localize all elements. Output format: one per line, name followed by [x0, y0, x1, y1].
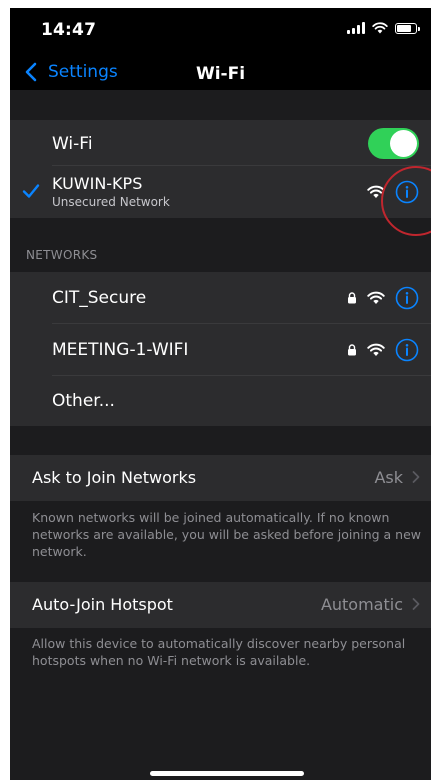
phone-screen: 14:47 Settings Wi-Fi Wi-Fi KUWIN-KPS Uns…	[10, 8, 431, 780]
other-network-label: Other...	[52, 391, 115, 411]
network-row[interactable]: MEETING-1-WIFI	[10, 324, 431, 376]
networks-group: CIT_Secure MEETING-1-WIFI Other...	[10, 272, 431, 426]
wifi-toggle-row: Wi-Fi	[10, 120, 431, 166]
info-icon[interactable]	[395, 180, 419, 204]
wifi-icon	[367, 291, 385, 304]
networks-section-header: NETWORKS	[26, 248, 98, 262]
wifi-toggle-switch[interactable]	[368, 128, 419, 159]
network-icons	[347, 338, 419, 362]
battery-icon	[395, 22, 420, 34]
chevron-right-icon	[412, 471, 420, 483]
chevron-right-icon	[412, 598, 420, 610]
auto-join-hotspot-value: Automatic	[320, 595, 403, 614]
toggle-knob	[390, 130, 417, 157]
wifi-icon	[367, 185, 385, 198]
lock-icon	[348, 344, 356, 356]
info-icon[interactable]	[395, 286, 419, 310]
ask-to-join-row[interactable]: Ask to Join Networks Ask	[10, 455, 431, 501]
connected-network-row[interactable]: KUWIN-KPS Unsecured Network	[10, 166, 431, 218]
info-icon[interactable]	[395, 338, 419, 362]
ask-to-join-value: Ask	[374, 468, 403, 487]
status-icons	[347, 22, 420, 34]
lock-icon	[348, 292, 356, 304]
wifi-group: Wi-Fi KUWIN-KPS Unsecured Network	[10, 120, 431, 218]
wifi-icon	[367, 343, 385, 356]
auto-join-hotspot-label: Auto-Join Hotspot	[32, 595, 173, 614]
connected-network-name: KUWIN-KPS	[52, 174, 143, 193]
cellular-signal-icon	[347, 22, 365, 34]
home-indicator	[150, 771, 304, 776]
auto-join-hotspot-footer: Allow this device to automatically disco…	[32, 636, 406, 668]
ask-to-join-label: Ask to Join Networks	[32, 468, 197, 487]
network-name: MEETING-1-WIFI	[52, 340, 189, 360]
connected-network-icons	[367, 180, 419, 204]
status-bar: 14:47	[10, 8, 431, 54]
other-network-row[interactable]: Other...	[10, 376, 431, 426]
page-title: Wi-Fi	[195, 64, 246, 84]
auto-join-hotspot-row[interactable]: Auto-Join Hotspot Automatic	[10, 582, 431, 628]
wifi-icon	[372, 22, 388, 34]
connected-network-subtitle: Unsecured Network	[52, 195, 170, 209]
network-row[interactable]: CIT_Secure	[10, 272, 431, 324]
checkmark-icon	[22, 184, 40, 198]
network-name: CIT_Secure	[52, 288, 147, 308]
network-icons	[347, 286, 419, 310]
ask-to-join-footer: Known networks will be joined automatica…	[32, 510, 422, 559]
status-time: 14:47	[41, 20, 97, 40]
wifi-toggle-label: Wi-Fi	[52, 134, 93, 154]
